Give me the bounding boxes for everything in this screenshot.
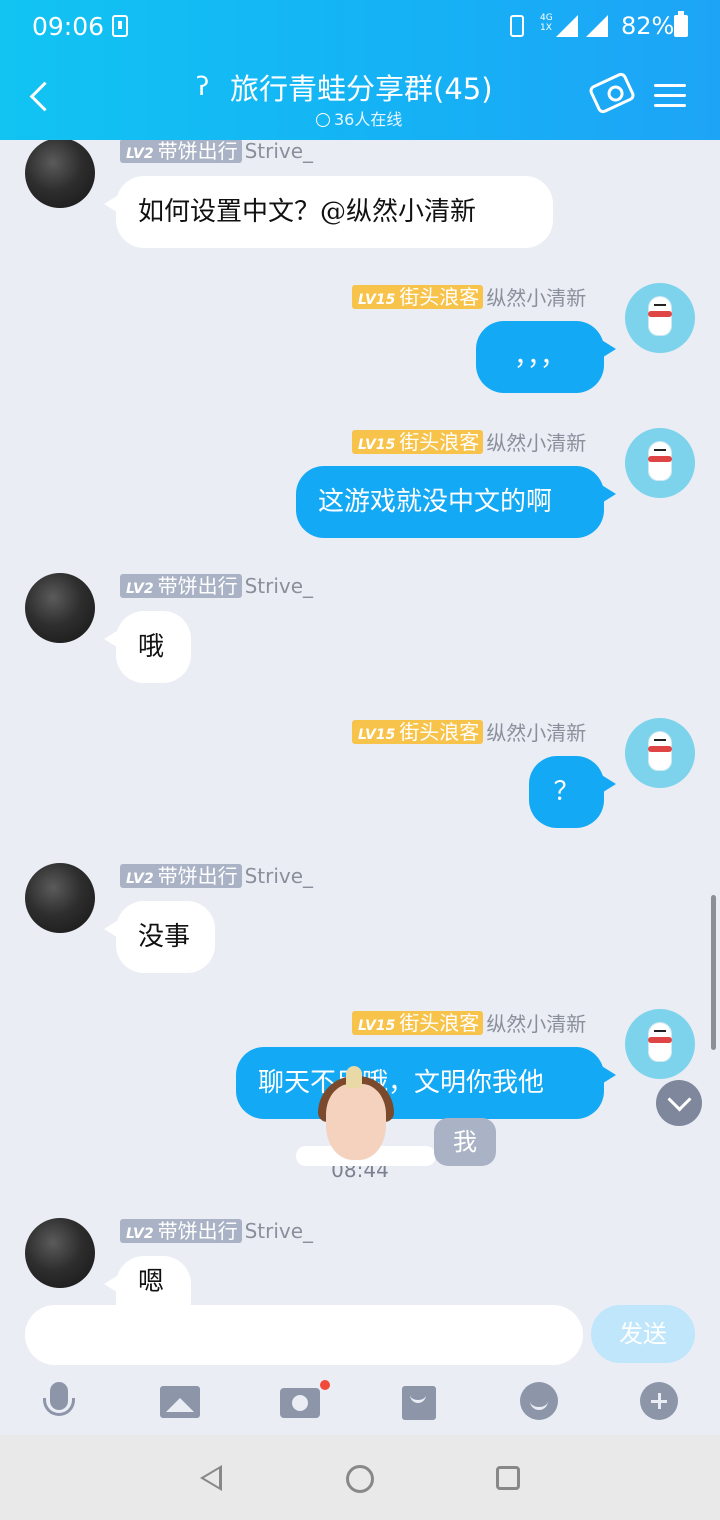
voice-button[interactable] [38, 1380, 82, 1424]
sender-name-row: LV2 带饼出行 Strive_ [120, 572, 313, 598]
avatar[interactable] [625, 428, 695, 498]
red-packet-icon [402, 1386, 436, 1420]
level-badge: LV15 街头浪客 [352, 429, 484, 454]
camera-icon [280, 1388, 320, 1418]
sender-name-row: LV15 街头浪客 纵然小清新 [352, 282, 587, 310]
sender-name: 纵然小清新 [486, 431, 587, 455]
red-packet-button[interactable] [398, 1380, 442, 1424]
more-button[interactable] [638, 1380, 682, 1424]
battery-percent: 82% [621, 12, 675, 40]
sender-name: Strive_ [244, 140, 314, 163]
notification-dot [320, 1380, 330, 1390]
sticker-keyword[interactable]: 我 [434, 1118, 496, 1166]
plus-icon [640, 1382, 678, 1420]
message-bubble[interactable]: 如何设置中文？@纵然小清新 [104, 176, 553, 248]
status-bar: 09:06 4G 1X 82% [0, 0, 720, 56]
level-badge: LV2 带饼出行 [120, 573, 242, 598]
sender-name: 纵然小清新 [486, 1012, 587, 1036]
sender-name-row: LV2 带饼出行 Strive_ [120, 1217, 313, 1243]
image-button[interactable] [158, 1380, 202, 1424]
status-time: 09:06 [32, 12, 105, 41]
vibrate-icon [510, 15, 524, 37]
sender-name: 纵然小清新 [486, 721, 587, 745]
message-bubble[interactable]: 这游戏就没中文的啊 [296, 466, 616, 538]
sender-name-row: LV15 街头浪客 纵然小清新 [352, 717, 587, 745]
level-badge: LV2 带饼出行 [120, 1218, 242, 1243]
app-header: 09:06 4G 1X 82% ʔ 旅行青蛙分享群(45) 36人在线 [0, 0, 720, 140]
sender-name: Strive_ [244, 573, 314, 598]
scrollbar[interactable] [711, 895, 716, 1050]
camera-button[interactable] [278, 1380, 330, 1424]
battery-icon [674, 11, 688, 37]
signal-icon-2 [586, 15, 608, 37]
menu-button[interactable] [654, 82, 686, 110]
sticker-preview[interactable] [296, 1066, 436, 1166]
download-icon [112, 15, 128, 37]
signal-icon [556, 15, 578, 37]
sender-name: 纵然小清新 [486, 286, 587, 310]
sender-name-row: LV15 街头浪客 纵然小清新 [352, 1008, 587, 1036]
system-nav-bar [0, 1435, 720, 1520]
input-bar: 发送 [0, 1305, 720, 1435]
sender-name: Strive_ [244, 1218, 314, 1243]
avatar[interactable] [25, 573, 95, 643]
message-bubble[interactable]: 没事 [104, 901, 215, 973]
check-icon [316, 113, 330, 127]
back-button[interactable] [22, 76, 56, 118]
online-text: 36人在线 [334, 110, 403, 129]
image-icon [160, 1386, 200, 1418]
avatar[interactable] [25, 863, 95, 933]
group-title: 旅行青蛙分享群(45) [230, 72, 493, 106]
level-badge: LV15 街头浪客 [352, 1010, 484, 1035]
message-bubble[interactable]: ，，， [476, 321, 616, 393]
message-input[interactable] [25, 1305, 583, 1365]
send-button[interactable]: 发送 [591, 1305, 695, 1363]
nav-bar: ʔ 旅行青蛙分享群(45) 36人在线 [0, 56, 720, 140]
message-bubble[interactable]: 哦 [104, 611, 191, 683]
avatar[interactable] [625, 283, 695, 353]
sender-name: Strive_ [244, 863, 314, 888]
online-count: 36人在线 [316, 106, 402, 130]
avatar[interactable] [25, 140, 95, 208]
sender-name-row: LV15 街头浪客 纵然小清新 [352, 427, 587, 455]
sender-name-row: LV2 带饼出行 Strive_ [120, 140, 313, 163]
emoji-button[interactable] [518, 1380, 562, 1424]
ear-icon: ʔ [196, 72, 210, 102]
level-badge: LV15 街头浪客 [352, 284, 484, 309]
avatar[interactable] [625, 718, 695, 788]
message-bubble[interactable]: 嗯 [104, 1256, 191, 1305]
level-badge: LV15 街头浪客 [352, 719, 484, 744]
message-bubble[interactable]: ？ [529, 756, 616, 828]
emoji-icon [520, 1382, 558, 1420]
avatar[interactable] [25, 1218, 95, 1288]
scroll-down-button[interactable] [656, 1080, 702, 1126]
avatar[interactable] [625, 1009, 695, 1079]
system-recents-button[interactable] [496, 1466, 520, 1490]
level-badge: LV2 带饼出行 [120, 863, 242, 888]
system-home-button[interactable] [346, 1465, 374, 1493]
sender-name-row: LV2 带饼出行 Strive_ [120, 862, 313, 888]
system-back-button[interactable] [200, 1465, 222, 1491]
level-badge: LV2 带饼出行 [120, 140, 242, 163]
ticket-icon[interactable] [587, 70, 637, 116]
